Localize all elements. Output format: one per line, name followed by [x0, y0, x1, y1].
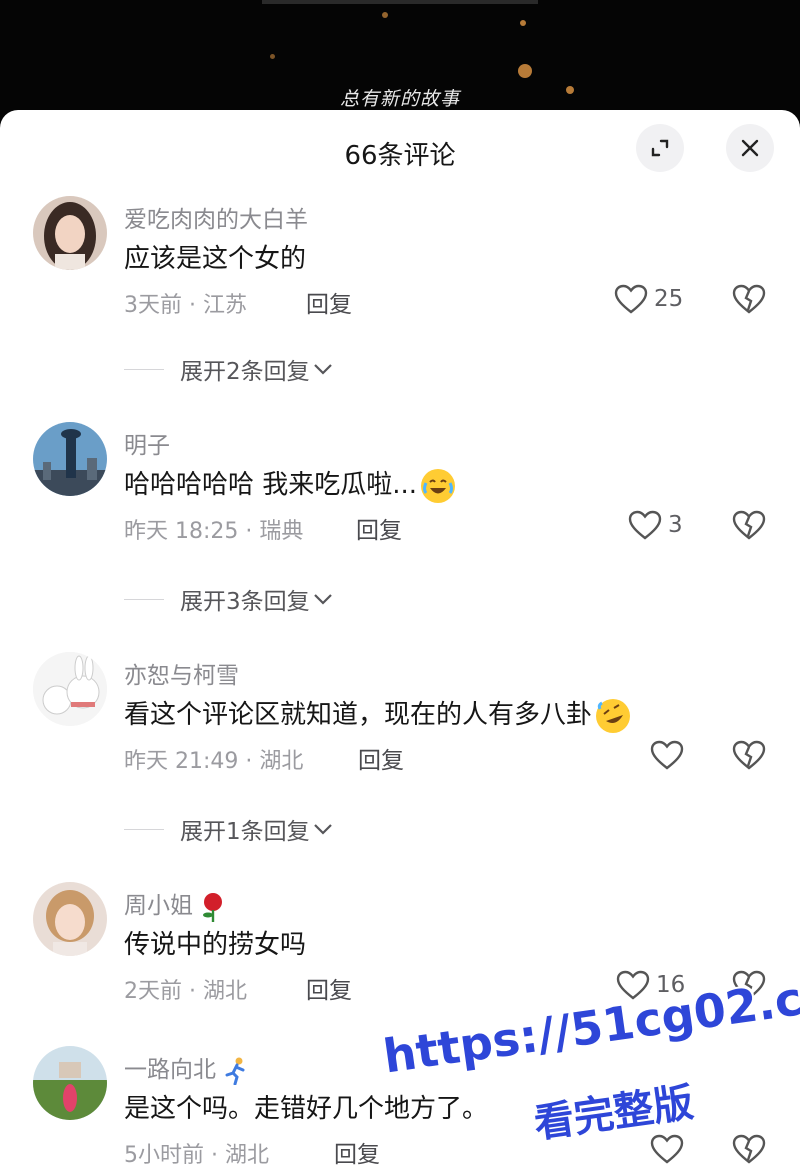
username-text: 周小姐 — [124, 893, 193, 919]
divider — [124, 368, 164, 370]
expand-replies-button[interactable]: 展开2条回复 — [180, 352, 334, 386]
comment-meta: 昨天 18:25 · 瑞典 — [124, 519, 304, 544]
divider — [124, 828, 164, 830]
comment-text-body: 看这个评论区就知道，现在的人有多八卦 — [124, 700, 593, 730]
chevron-down-icon — [313, 824, 332, 835]
broken-heart-icon — [732, 740, 766, 770]
chevron-down-icon — [313, 594, 332, 605]
like-count: 16 — [656, 972, 686, 998]
expand-replies-row[interactable]: 展开1条回复 — [0, 812, 800, 846]
comment-meta: 2天前 · 湖北 — [124, 979, 247, 1004]
reply-button[interactable]: 回复 — [334, 1135, 380, 1169]
like-button[interactable] — [650, 740, 690, 770]
like-count: 25 — [654, 286, 684, 312]
comment-text: 哈哈哈哈哈 我来吃瓜啦... — [124, 464, 456, 503]
username[interactable]: 一路向北 — [124, 1050, 249, 1085]
like-button[interactable] — [650, 1134, 690, 1164]
reply-button[interactable]: 回复 — [306, 285, 352, 319]
broken-heart-icon — [732, 1134, 766, 1164]
bokeh-light — [520, 20, 526, 26]
expand-replies-label: 展开3条回复 — [180, 589, 310, 615]
rose-icon — [203, 892, 223, 922]
dislike-button[interactable] — [732, 510, 766, 544]
reply-button[interactable]: 回复 — [358, 741, 404, 775]
heart-icon — [628, 510, 662, 540]
avatar[interactable] — [33, 652, 107, 726]
avatar[interactable] — [33, 196, 107, 270]
broken-heart-icon — [732, 284, 766, 314]
divider — [124, 598, 164, 600]
comment-sheet: 66条评论 爱吃肉肉的大白羊 应该是这个女的 3天前 · 江苏 回复 25 展开… — [0, 110, 800, 1172]
expand-replies-row[interactable]: 展开3条回复 — [0, 582, 800, 616]
comment-header: 66条评论 — [0, 110, 800, 190]
video-background: 总有新的故事 — [0, 0, 800, 125]
comment-text: 是这个吗。走错好几个地方了。 — [124, 1094, 489, 1124]
dislike-button[interactable] — [732, 1134, 766, 1168]
heart-icon — [650, 740, 684, 770]
video-progress-bar — [262, 0, 538, 4]
bokeh-light — [270, 54, 275, 59]
video-subtitle: 总有新的故事 — [339, 88, 460, 110]
avatar[interactable] — [33, 422, 107, 496]
close-button[interactable] — [726, 124, 774, 172]
reply-button[interactable]: 回复 — [306, 971, 352, 1005]
broken-heart-icon — [732, 970, 766, 1000]
comment-text: 看这个评论区就知道，现在的人有多八卦 — [124, 694, 631, 733]
username-text: 一路向北 — [124, 1057, 216, 1083]
heart-icon — [614, 284, 648, 314]
comment-meta: 5小时前 · 湖北 — [124, 1143, 269, 1168]
heart-icon — [650, 1134, 684, 1164]
crying-laughing-emoji — [421, 468, 456, 503]
username[interactable]: 明子 — [124, 426, 170, 460]
bokeh-light — [382, 12, 388, 18]
dislike-button[interactable] — [732, 284, 766, 318]
reply-button[interactable]: 回复 — [356, 511, 402, 545]
expand-replies-label: 展开2条回复 — [180, 359, 310, 385]
username[interactable]: 周小姐 — [124, 886, 226, 922]
broken-heart-icon — [732, 510, 766, 540]
like-count: 3 — [668, 512, 683, 538]
username[interactable]: 爱吃肉肉的大白羊 — [124, 200, 308, 234]
like-button[interactable]: 3 — [628, 510, 683, 540]
avatar[interactable] — [33, 882, 107, 956]
heart-icon — [616, 970, 650, 1000]
chevron-down-icon — [313, 364, 332, 375]
dislike-button[interactable] — [732, 740, 766, 774]
close-icon — [741, 139, 759, 157]
like-button[interactable]: 25 — [614, 284, 683, 314]
runner-icon — [225, 1057, 245, 1085]
comment-text-body: 哈哈哈哈哈 我来吃瓜啦... — [124, 470, 418, 500]
username[interactable]: 亦恕与柯雪 — [124, 656, 239, 690]
expand-replies-button[interactable]: 展开1条回复 — [180, 812, 334, 846]
expand-replies-row[interactable]: 展开2条回复 — [0, 352, 800, 386]
avatar[interactable] — [33, 1046, 107, 1120]
comment-text: 应该是这个女的 — [124, 244, 307, 274]
expand-button[interactable] — [636, 124, 684, 172]
dislike-button[interactable] — [732, 970, 766, 1004]
comment-meta: 3天前 · 江苏 — [124, 293, 247, 318]
like-button[interactable]: 16 — [616, 970, 685, 1000]
bokeh-light — [518, 64, 532, 78]
comment-text: 传说中的捞女吗 — [124, 930, 307, 960]
rolling-laughing-emoji — [596, 698, 631, 733]
comment-meta: 昨天 21:49 · 湖北 — [124, 749, 304, 774]
expand-replies-label: 展开1条回复 — [180, 819, 310, 845]
expand-replies-button[interactable]: 展开3条回复 — [180, 582, 334, 616]
expand-icon — [651, 139, 669, 157]
